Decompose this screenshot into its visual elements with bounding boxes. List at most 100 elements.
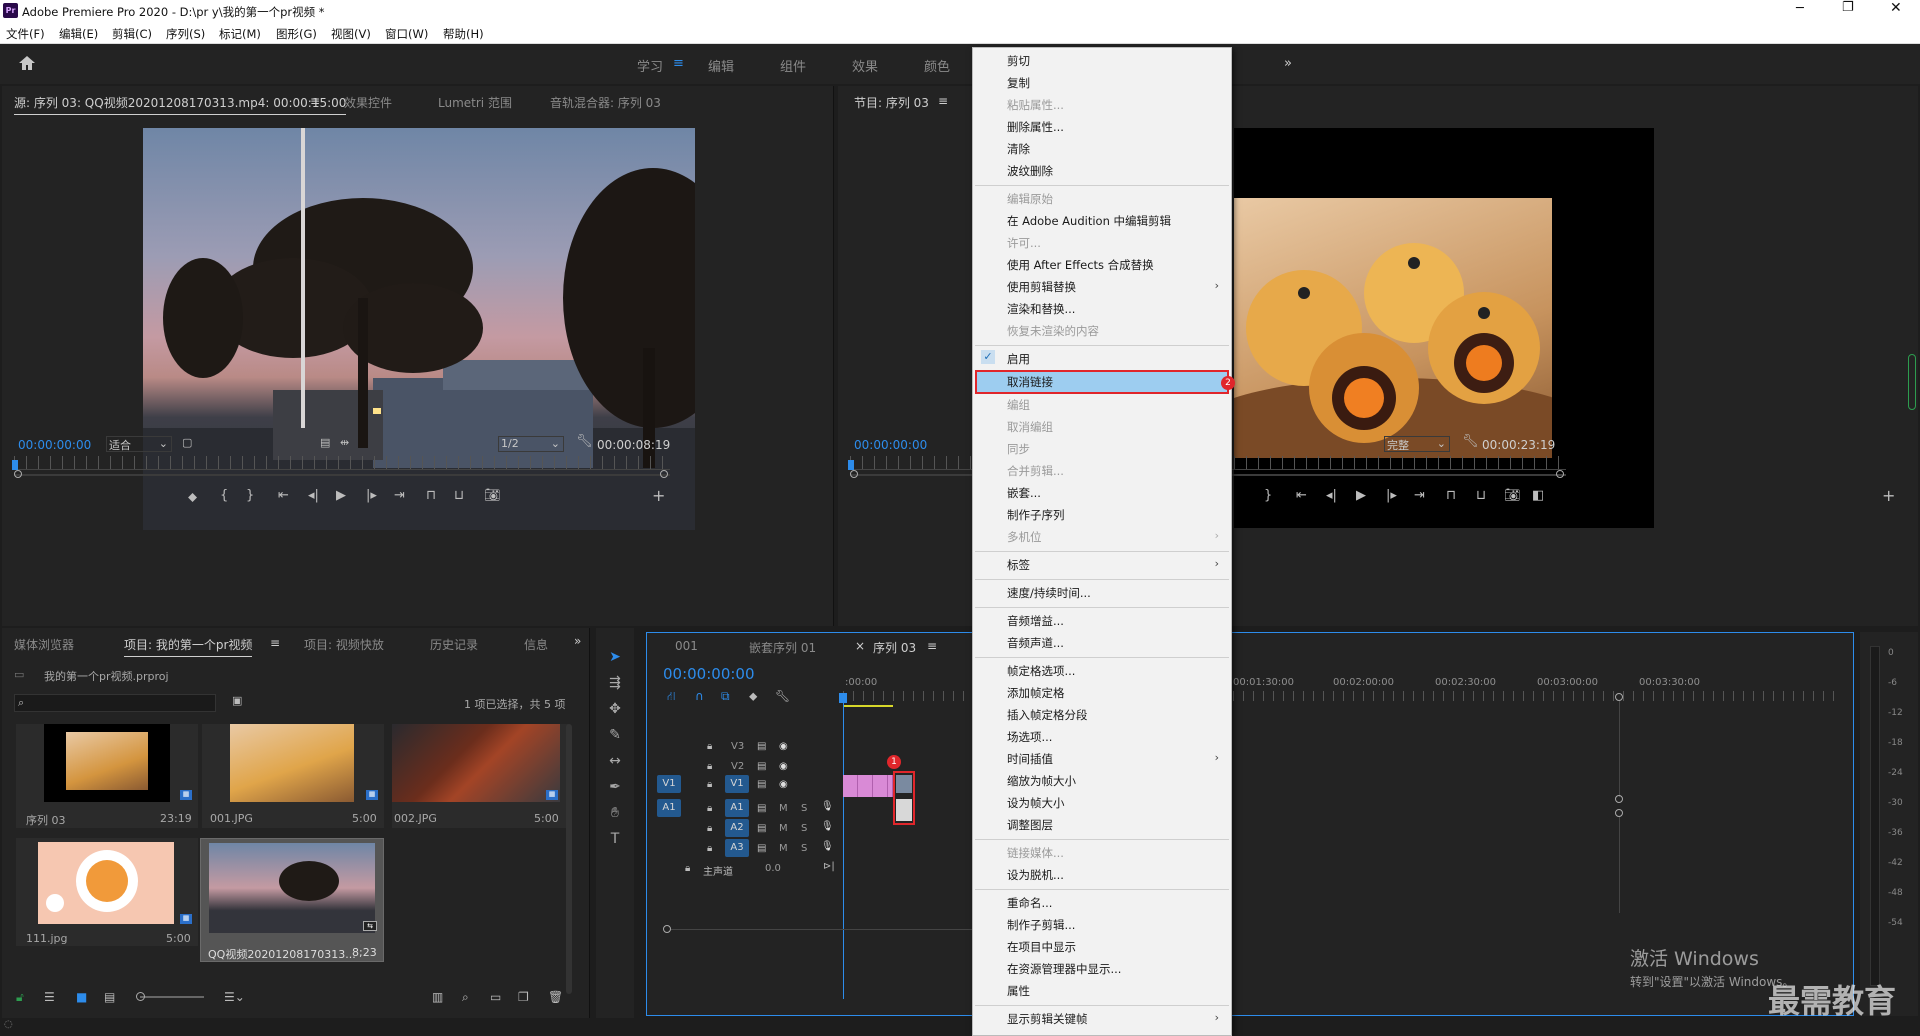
selection-tool-icon[interactable]: ➤ [606,648,624,666]
menu-item-properties[interactable]: 属性 [1007,983,1030,999]
timeline-timecode[interactable]: 00:00:00:00 [663,665,755,683]
resolution-dropdown[interactable]: 1/2 ⌄ [498,436,564,452]
project-overflow-icon[interactable]: » [574,634,581,648]
menu-item-adjustment-layer[interactable]: 调整图层 [1007,817,1053,833]
clip-thumbnail-audio[interactable] [896,799,912,821]
v-zoom-handle-top[interactable] [1615,693,1623,701]
menu-item-audio-gain[interactable]: 音频增益... [1007,613,1064,629]
eye-icon[interactable]: ◉ [779,741,788,752]
sync-lock-icon[interactable]: ▤ [757,761,766,772]
menu-item-replace-with-clip[interactable]: 使用剪辑替换 [1007,279,1076,295]
tab-lumetri-scopes[interactable]: Lumetri 范围 [438,94,512,111]
menu-item-label[interactable]: 标签 [1007,557,1030,573]
tab-project-speed[interactable]: 项目: 视频快放 [304,636,384,653]
tab-project[interactable]: 项目: 我的第一个pr视频 [124,636,253,657]
close-tab-icon[interactable]: × [855,639,865,653]
program-zoom-handle-right[interactable] [1556,470,1564,478]
timeline-marker-icon[interactable]: ⬥ [749,689,757,704]
menu-item-render-and-replace[interactable]: 渲染和替换... [1007,301,1075,317]
panel-menu-icon[interactable]: ≡ [310,94,320,108]
extract-icon[interactable]: ⊔ [1476,488,1486,503]
mute-button[interactable]: M [779,823,788,834]
menu-item-edit-in-audition[interactable]: 在 Adobe Audition 中编辑剪辑 [1007,213,1171,229]
step-back-icon[interactable]: ◂| [308,488,319,503]
workspace-effects[interactable]: 效果 [852,56,878,75]
program-play-icon[interactable]: ▶ [1356,488,1366,503]
menu-sequence[interactable]: 序列(S) [166,26,205,42]
overwrite-icon[interactable]: ⊔ [454,488,464,503]
solo-button[interactable]: S [801,843,807,854]
home-icon[interactable] [18,55,36,71]
zoom-dropdown[interactable]: 适合 ⌄ [106,436,172,452]
button-editor-icon[interactable]: + [652,486,665,505]
playhead-handle[interactable] [839,693,847,703]
menu-edit[interactable]: 编辑(E) [59,26,98,42]
mark-in-icon[interactable]: { [220,488,228,503]
clip-thumbnail-video[interactable] [896,775,912,793]
menu-item-rename[interactable]: 重命名... [1007,895,1052,911]
menu-file[interactable]: 文件(F) [6,26,45,42]
slider-handle[interactable] [136,992,145,1001]
quality-dropdown[interactable]: 完整 ⌄ [1384,436,1450,452]
menu-item-reveal-in-explorer[interactable]: 在资源管理器中显示... [1007,961,1121,977]
snap-icon[interactable]: ∩ [695,689,704,703]
add-marker-icon[interactable]: ⬥ [188,490,197,505]
track-lock-icon[interactable]: 🔒︎ [707,761,712,772]
thumbnail-size-slider[interactable] [140,996,204,998]
menu-marker[interactable]: 标记(M) [219,26,261,42]
fit-icon[interactable]: ▢ [182,436,192,449]
minimize-icon[interactable]: ─ [1796,1,1804,16]
insert-icon[interactable]: ⊓ [426,488,436,503]
track-lock-icon[interactable]: 🔒︎ [707,823,712,834]
menu-window[interactable]: 窗口(W) [385,26,428,42]
tab-source[interactable]: 源: 序列 03: QQ视频20201208170313.mp4: 00:00:… [14,94,347,115]
menu-item-make-subclip[interactable]: 制作子剪辑... [1007,917,1075,933]
program-playhead[interactable] [848,460,854,470]
eye-icon[interactable]: ◉ [779,779,788,790]
timeline-zoom-handle-left[interactable] [663,925,671,933]
project-item-qq-video[interactable]: ⇆ [200,838,384,962]
trim-icon[interactable]: ⇹ [340,436,349,449]
tab-timeline-001[interactable]: 001 [675,639,698,653]
source-zoom-bar[interactable] [14,474,670,476]
solo-button[interactable]: S [801,823,807,834]
source-scrub-bar[interactable] [14,456,670,470]
program-scrollbar[interactable] [1908,354,1916,410]
lock-icon[interactable]: 🔓︎ [16,990,24,1005]
new-bin-search-icon[interactable]: ▣ [232,694,242,707]
work-area-bar[interactable] [843,705,893,707]
master-volume[interactable]: 0.0 [765,863,781,874]
track-lock-icon[interactable]: 🔒︎ [707,779,712,790]
razor-tool-icon[interactable]: ✎ [606,726,624,744]
comparison-view-icon[interactable]: ◧ [1532,488,1544,503]
ripple-edit-tool-icon[interactable]: ✥ [606,700,624,718]
play-icon[interactable]: ▶ [336,488,346,503]
solo-button[interactable]: S [801,803,807,814]
menu-item-enable[interactable]: 启用 [1007,351,1030,367]
project-search-input[interactable] [14,694,216,712]
program-step-forward-icon[interactable]: |▸ [1386,488,1397,503]
zoom-handle-left[interactable] [14,470,22,478]
menu-item-audio-channels[interactable]: 音频声道... [1007,635,1064,651]
step-forward-icon[interactable]: |▸ [366,488,377,503]
lift-icon[interactable]: ⊓ [1446,488,1456,503]
workspace-color[interactable]: 颜色 [924,56,950,75]
program-timecode-in[interactable]: 00:00:00:00 [854,438,927,452]
menu-item-cut[interactable]: 剪切 [1007,53,1030,69]
track-target-a2[interactable]: A2 [725,819,749,837]
mute-button[interactable]: M [779,843,788,854]
tab-program[interactable]: 节目: 序列 03 [854,94,929,111]
list-view-icon[interactable]: ☰ [44,990,55,1004]
track-target-a1[interactable]: A1 [725,799,749,817]
wrench-icon[interactable]: 🔧︎ [576,434,593,449]
voice-over-icon[interactable]: 🎙︎ [821,841,834,852]
project-item-111[interactable]: ▦ [16,838,198,946]
source-patch-a1[interactable]: A1 [657,799,681,817]
linked-selection-icon[interactable]: ⧉ [721,689,730,704]
timeline-menu-icon[interactable]: ≡ [927,639,937,653]
workspace-overflow-icon[interactable]: » [1284,56,1292,71]
menu-item-add-frame-hold[interactable]: 添加帧定格 [1007,685,1065,701]
track-select-tool-icon[interactable]: ⇶ [606,674,624,692]
close-icon[interactable]: ✕ [1890,0,1902,16]
source-timecode-in[interactable]: 00:00:00:00 [18,438,91,452]
